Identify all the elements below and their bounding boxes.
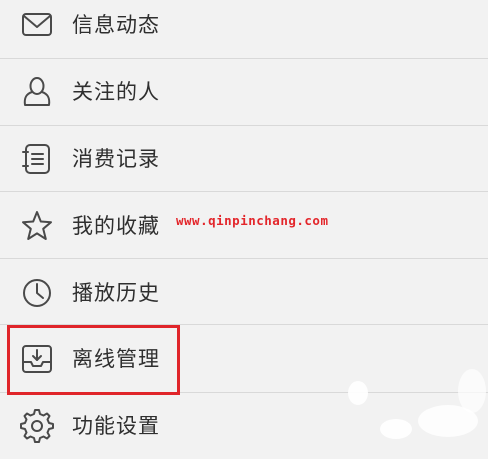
highlight-annotation-box [7, 325, 180, 395]
menu-item-label: 我的收藏 [72, 214, 160, 238]
gear-icon [18, 409, 56, 443]
menu-item-label: 关注的人 [72, 80, 160, 104]
menu-item-purchase-history[interactable]: 消费记录 [0, 126, 488, 192]
menu-item-label: 播放历史 [72, 281, 160, 305]
menu-item-messages[interactable]: 信息动态 [0, 0, 488, 58]
menu-item-label: 功能设置 [72, 414, 160, 438]
notebook-icon [18, 142, 56, 176]
menu-item-label: 信息动态 [72, 13, 160, 37]
person-icon [18, 75, 56, 109]
menu-item-following[interactable]: 关注的人 [0, 59, 488, 125]
divider [0, 258, 488, 259]
corner-decoration [348, 369, 486, 439]
divider [0, 191, 488, 192]
mail-icon [18, 8, 56, 42]
star-icon [18, 209, 56, 243]
menu-item-label: 消费记录 [72, 147, 160, 171]
clock-icon [18, 276, 56, 310]
menu-item-play-history[interactable]: 播放历史 [0, 260, 488, 326]
watermark-text: www.qinpinchang.com [176, 213, 329, 228]
